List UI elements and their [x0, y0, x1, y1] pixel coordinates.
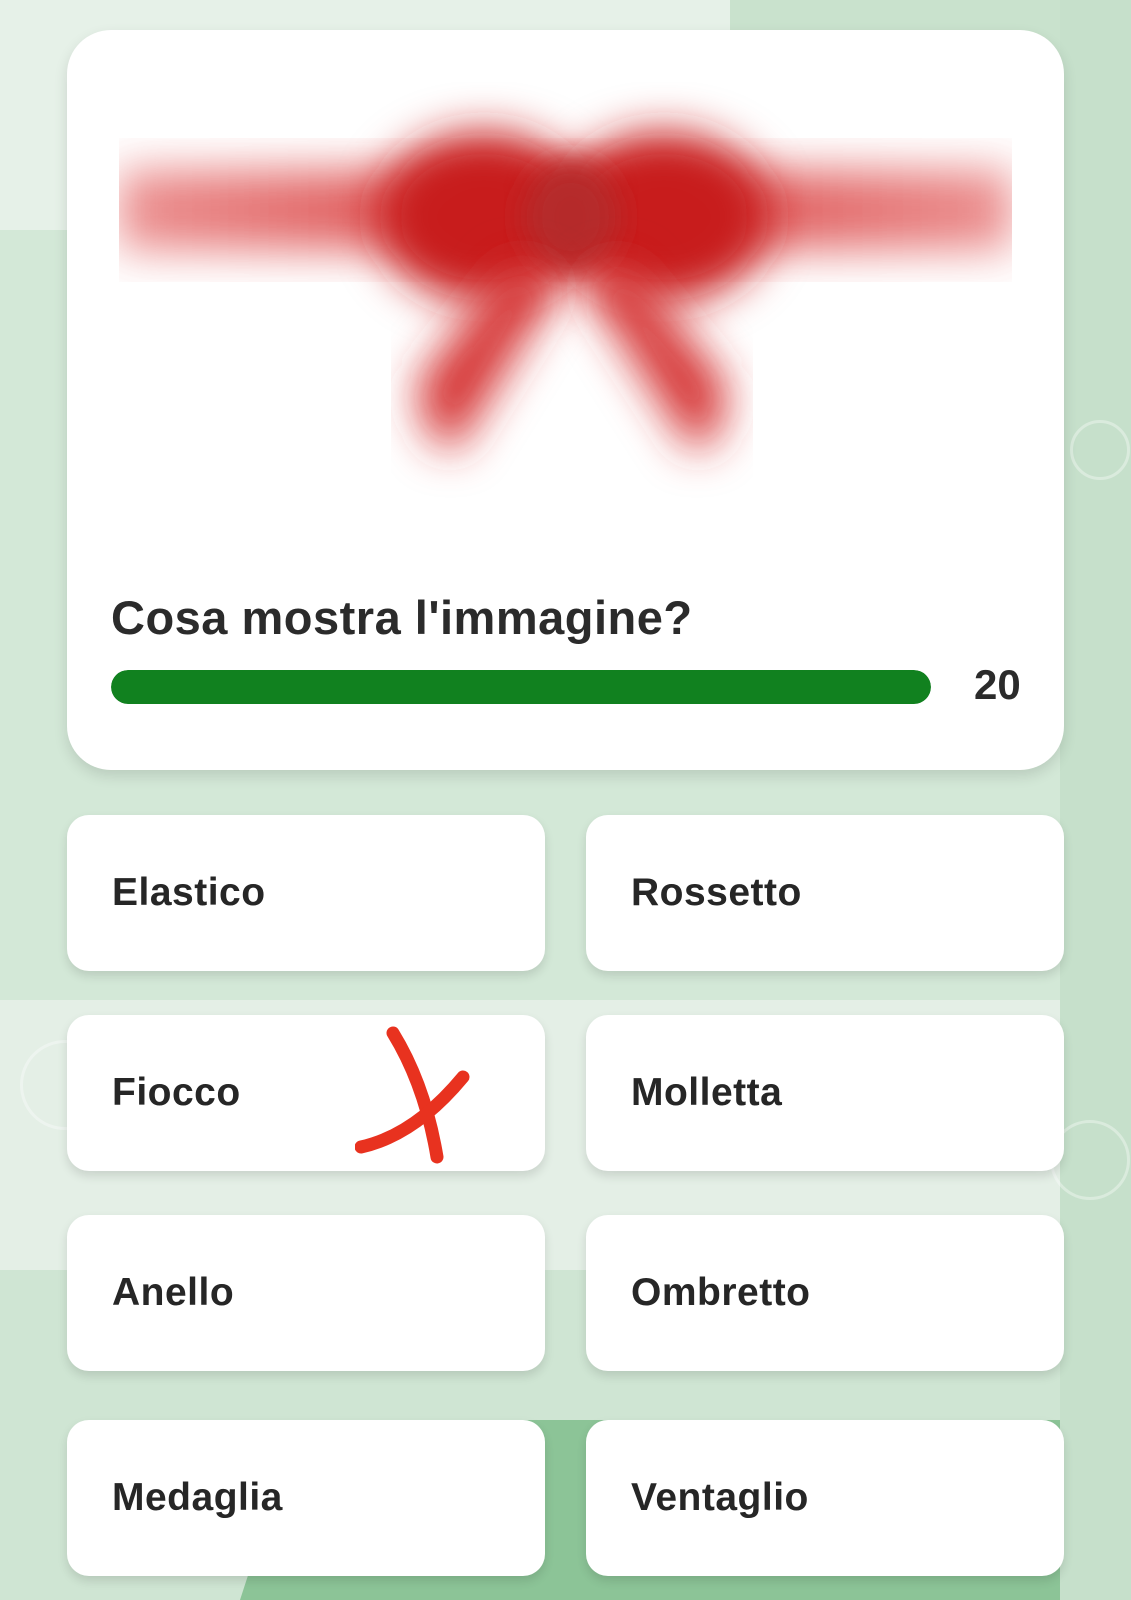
- answer-label: Ventaglio: [631, 1476, 809, 1519]
- answer-label: Rossetto: [631, 871, 802, 914]
- answer-label: Anello: [112, 1271, 235, 1314]
- question-text: Cosa mostra l'immagine?: [111, 591, 693, 644]
- answer-option-ventaglio[interactable]: Ventaglio: [586, 1420, 1064, 1576]
- answer-label: Fiocco: [112, 1071, 241, 1114]
- background-band: [1060, 0, 1131, 1600]
- timer-progress-fill: [111, 670, 931, 704]
- answer-label: Medaglia: [112, 1476, 283, 1519]
- answer-label: Molletta: [631, 1071, 783, 1114]
- blurred-bow-image: [119, 82, 1012, 537]
- answer-label: Elastico: [112, 871, 266, 914]
- answer-option-anello[interactable]: Anello: [67, 1215, 545, 1371]
- answer-option-elastico[interactable]: Elastico: [67, 815, 545, 971]
- answer-option-fiocco[interactable]: Fiocco: [67, 1015, 545, 1171]
- answer-option-molletta[interactable]: Molletta: [586, 1015, 1064, 1171]
- timer-progress-bar: [111, 670, 931, 704]
- question-card: Cosa mostra l'immagine? 20: [67, 30, 1064, 770]
- bow-image-icon: [119, 132, 1012, 452]
- answer-option-medaglia[interactable]: Medaglia: [67, 1420, 545, 1576]
- lightbulb-doodle-icon: [1070, 420, 1130, 480]
- answer-label: Ombretto: [631, 1271, 811, 1314]
- answer-option-ombretto[interactable]: Ombretto: [586, 1215, 1064, 1371]
- red-x-scribble-icon: [355, 1026, 470, 1164]
- answer-option-rossetto[interactable]: Rossetto: [586, 815, 1064, 971]
- timer-count: 20: [974, 661, 1021, 708]
